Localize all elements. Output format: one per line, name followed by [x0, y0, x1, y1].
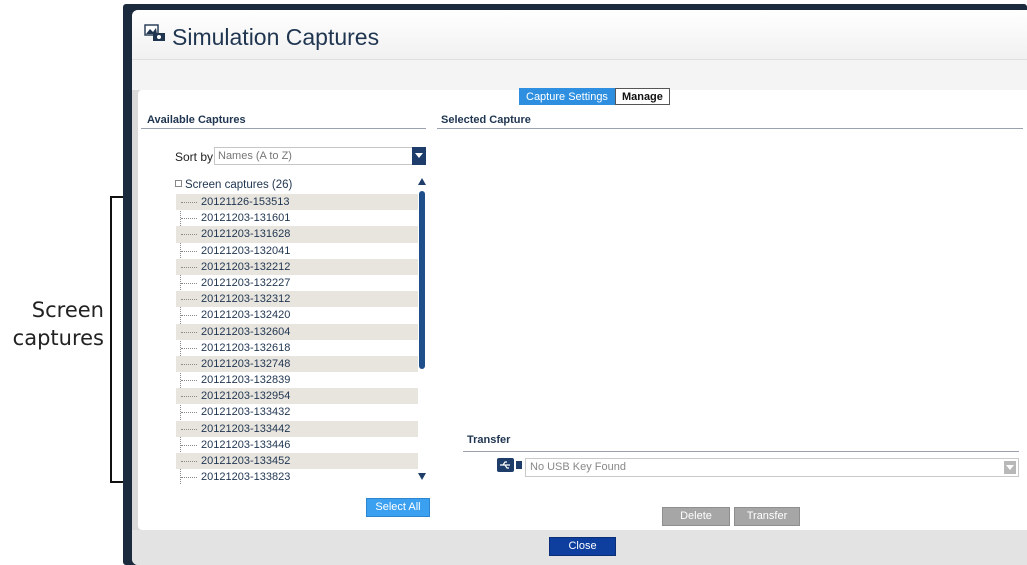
available-captures-divider — [141, 128, 426, 129]
list-item[interactable]: 20121203-132954 — [176, 388, 418, 405]
image-capture-icon — [144, 24, 165, 41]
sort-dropdown[interactable]: Names (A to Z) — [214, 147, 426, 165]
list-item[interactable]: 20121203-132839 — [176, 372, 418, 388]
transfer-divider — [463, 451, 1019, 452]
chevron-down-icon[interactable] — [412, 147, 426, 165]
list-item[interactable]: 20121203-133823 — [176, 469, 418, 484]
list-item[interactable]: 20121203-132227 — [176, 275, 418, 291]
scroll-down-arrow-icon[interactable] — [418, 473, 426, 480]
tab-bar: Capture Settings Manage — [519, 88, 670, 105]
select-all-button[interactable]: Select All — [366, 498, 430, 517]
available-captures-heading: Available Captures — [147, 114, 246, 126]
tree-root[interactable]: Screen captures (26) — [175, 179, 292, 191]
selected-capture-divider — [437, 128, 1023, 129]
transfer-button[interactable]: Transfer — [734, 507, 800, 526]
usb-icon — [497, 458, 522, 472]
list-item[interactable]: 20121203-132312 — [176, 291, 418, 308]
tab-manage[interactable]: Manage — [614, 88, 670, 105]
list-item[interactable]: 20121203-133446 — [176, 437, 418, 453]
list-item[interactable]: 20121203-132420 — [176, 307, 418, 323]
list-item[interactable]: 20121126-153513 — [176, 194, 418, 211]
chevron-down-icon[interactable] — [1004, 461, 1016, 474]
window-title: Simulation Captures — [172, 24, 380, 50]
list-item[interactable]: 20121203-132041 — [176, 243, 418, 259]
list-item[interactable]: 20121203-133432 — [176, 404, 418, 420]
list-item[interactable]: 20121203-131628 — [176, 226, 418, 243]
selected-capture-heading: Selected Capture — [441, 114, 531, 126]
list-item[interactable]: 20121203-133442 — [176, 420, 418, 437]
sort-label: Sort by — [175, 150, 214, 164]
simulation-captures-window: Simulation Captures Capture Settings Man… — [132, 10, 1027, 565]
annotation-line-1: Screen — [31, 298, 104, 322]
close-button[interactable]: Close — [549, 537, 616, 556]
scroll-thumb[interactable] — [419, 191, 425, 369]
delete-button[interactable]: Delete — [662, 507, 730, 526]
usb-value: No USB Key Found — [530, 461, 626, 473]
list-item[interactable]: 20121203-131601 — [176, 210, 418, 226]
list-item[interactable]: 20121203-132212 — [176, 258, 418, 275]
collapse-icon[interactable] — [175, 180, 182, 187]
annotation-line-2: captures — [12, 326, 104, 350]
capture-list: 20121126-153513 20121203-131601 20121203… — [176, 194, 418, 484]
title-bar: Simulation Captures — [132, 10, 1027, 60]
usb-key-dropdown[interactable]: No USB Key Found — [525, 458, 1019, 477]
tree-root-label: Screen captures (26) — [185, 179, 293, 191]
list-item[interactable]: 20121203-132618 — [176, 340, 418, 356]
tab-capture-settings[interactable]: Capture Settings — [519, 88, 615, 105]
list-item[interactable]: 20121203-133452 — [176, 453, 418, 470]
list-item[interactable]: 20121203-132604 — [176, 323, 418, 340]
list-scrollbar[interactable] — [418, 178, 427, 480]
scroll-up-arrow-icon[interactable] — [418, 178, 426, 185]
toolbar-strip — [132, 60, 1027, 90]
list-item[interactable]: 20121203-132748 — [176, 355, 418, 373]
sort-value: Names (A to Z) — [218, 150, 292, 162]
annotation-label: Screen captures — [0, 296, 104, 352]
screenshot-stage: Screen captures Simulation Captures Capt… — [0, 0, 1027, 565]
transfer-heading: Transfer — [467, 434, 511, 446]
